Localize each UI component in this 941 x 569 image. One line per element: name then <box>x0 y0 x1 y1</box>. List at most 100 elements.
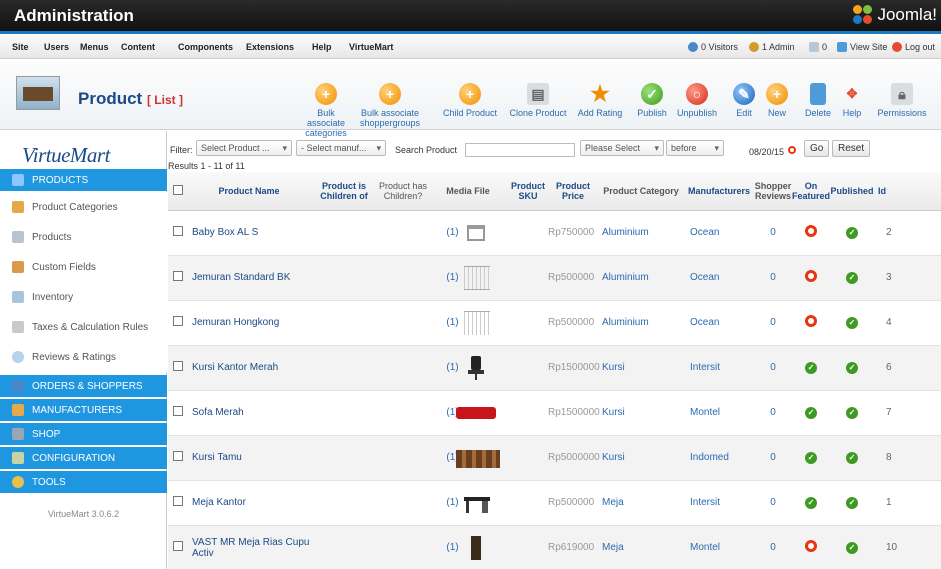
sidebar-item-taxes[interactable]: Taxes & Calculation Rules <box>0 312 167 342</box>
bulk-shoppergroups-button[interactable]: + Bulk associate shoppergroups <box>357 83 423 128</box>
media-link[interactable]: (1) <box>446 399 496 427</box>
published-cell[interactable]: ✓ <box>830 300 874 346</box>
published-check-icon[interactable]: ✓ <box>846 451 858 464</box>
sidebar-section-tools[interactable]: TOOLS <box>0 471 167 493</box>
product-thumbnail[interactable] <box>462 309 490 337</box>
product-thumbnail[interactable] <box>455 444 500 472</box>
select-all-header[interactable] <box>168 172 188 211</box>
menu-users[interactable]: Users <box>44 42 69 52</box>
sidebar-section-manufacturers[interactable]: MANUFACTURERS <box>0 399 167 421</box>
reset-button[interactable]: Reset <box>832 140 871 157</box>
publish-button[interactable]: ✓ Publish <box>632 83 672 118</box>
row-checkbox[interactable] <box>173 316 183 326</box>
product-thumbnail[interactable] <box>462 219 490 247</box>
product-thumbnail[interactable] <box>462 534 490 562</box>
featured-cell[interactable]: ✓ <box>792 480 830 526</box>
reviews-cell[interactable]: 0 <box>754 345 792 391</box>
col-id[interactable]: Id <box>874 172 941 211</box>
row-checkbox[interactable] <box>173 541 183 551</box>
media-link[interactable]: (1) <box>446 534 489 562</box>
date-operator-select[interactable]: before <box>666 140 724 156</box>
row-checkbox[interactable] <box>173 271 183 281</box>
manufacturer-cell[interactable]: Indomed <box>684 435 754 481</box>
row-select-cell[interactable] <box>168 210 188 256</box>
media-link[interactable]: (1) <box>446 309 490 337</box>
featured-cell[interactable] <box>792 255 830 301</box>
reviews-cell[interactable]: 0 <box>754 435 792 481</box>
not-featured-icon[interactable] <box>805 270 817 282</box>
product-thumbnail[interactable] <box>455 399 496 427</box>
not-featured-icon[interactable] <box>805 315 817 327</box>
published-check-icon[interactable]: ✓ <box>846 496 858 509</box>
select-product-dropdown[interactable]: Select Product ... <box>196 140 292 156</box>
row-checkbox[interactable] <box>173 226 183 236</box>
view-site-link[interactable]: View Site <box>837 42 887 52</box>
category-cell[interactable]: Aluminium <box>598 210 684 256</box>
category-cell[interactable]: Kursi <box>598 345 684 391</box>
row-checkbox[interactable] <box>173 451 183 461</box>
product-name-link[interactable]: Sofa Merah <box>192 407 244 418</box>
joomla-brand[interactable]: Joomla! <box>853 5 937 25</box>
bulk-categories-button[interactable]: + Bulk associate categories <box>298 83 354 138</box>
category-cell[interactable]: Meja <box>598 525 684 569</box>
featured-cell[interactable]: ✓ <box>792 345 830 391</box>
product-name-link[interactable]: Meja Kantor <box>192 497 246 508</box>
manufacturer-cell[interactable]: Intersit <box>684 345 754 391</box>
not-featured-icon[interactable] <box>805 225 817 237</box>
col-product-name[interactable]: Product Name <box>188 172 310 211</box>
menu-virtuemart[interactable]: VirtueMart <box>349 42 393 52</box>
published-check-icon[interactable]: ✓ <box>846 361 858 374</box>
reviews-cell[interactable]: 0 <box>754 480 792 526</box>
manufacturer-cell[interactable]: Ocean <box>684 210 754 256</box>
published-check-icon[interactable]: ✓ <box>846 271 858 284</box>
product-thumbnail[interactable] <box>462 489 490 517</box>
unpublish-button[interactable]: ○ Unpublish <box>674 83 720 118</box>
sidebar-item-products[interactable]: Products <box>0 222 167 252</box>
reviews-cell[interactable]: 0 <box>754 525 792 569</box>
sidebar-section-shop[interactable]: SHOP <box>0 423 167 445</box>
sidebar-item-inventory[interactable]: Inventory <box>0 282 167 312</box>
published-cell[interactable]: ✓ <box>830 345 874 391</box>
product-name-link[interactable]: Jemuran Hongkong <box>192 317 279 328</box>
published-cell[interactable]: ✓ <box>830 390 874 436</box>
manufacturer-cell[interactable]: Ocean <box>684 300 754 346</box>
row-checkbox[interactable] <box>173 361 183 371</box>
reviews-cell[interactable]: 0 <box>754 300 792 346</box>
menu-components[interactable]: Components <box>178 42 233 52</box>
logout-link[interactable]: Log out <box>892 42 935 52</box>
col-sku[interactable]: Product SKU <box>508 172 548 211</box>
col-published[interactable]: Published <box>830 172 874 211</box>
sidebar-item-reviews[interactable]: Reviews & Ratings <box>0 342 167 372</box>
product-name-link[interactable]: Kursi Kantor Merah <box>192 362 278 373</box>
row-select-cell[interactable] <box>168 390 188 436</box>
manufacturer-cell[interactable]: Montel <box>684 390 754 436</box>
row-select-cell[interactable] <box>168 345 188 391</box>
col-featured[interactable]: On Featured <box>792 172 830 211</box>
menu-help[interactable]: Help <box>312 42 332 52</box>
row-select-cell[interactable] <box>168 255 188 301</box>
col-price[interactable]: Product Price <box>548 172 598 211</box>
col-has-children[interactable]: Product has Children? <box>378 172 428 211</box>
sidebar-item-product-categories[interactable]: Product Categories <box>0 192 167 222</box>
row-select-cell[interactable] <box>168 480 188 526</box>
delete-button[interactable]: Delete <box>802 83 834 118</box>
featured-check-icon[interactable]: ✓ <box>805 451 817 464</box>
menu-site[interactable]: Site <box>12 42 29 52</box>
edit-button[interactable]: ✎ Edit <box>730 83 758 118</box>
row-checkbox[interactable] <box>173 406 183 416</box>
media-link[interactable]: (1) <box>446 354 489 382</box>
featured-check-icon[interactable]: ✓ <box>805 361 817 374</box>
row-select-cell[interactable] <box>168 435 188 481</box>
featured-cell[interactable] <box>792 525 830 569</box>
row-select-cell[interactable] <box>168 525 188 569</box>
product-name-link[interactable]: Baby Box AL S <box>192 227 258 238</box>
col-children-of[interactable]: Product is Children of <box>310 172 378 211</box>
help-button[interactable]: ✥ Help <box>838 83 866 118</box>
sidebar-section-orders[interactable]: ORDERS & SHOPPERS <box>0 375 167 397</box>
menu-content[interactable]: Content <box>121 42 155 52</box>
published-check-icon[interactable]: ✓ <box>846 541 858 554</box>
select-manufacturer-dropdown[interactable]: - Select manuf... <box>296 140 386 156</box>
featured-check-icon[interactable]: ✓ <box>805 496 817 509</box>
category-cell[interactable]: Aluminium <box>598 300 684 346</box>
category-cell[interactable]: Meja <box>598 480 684 526</box>
